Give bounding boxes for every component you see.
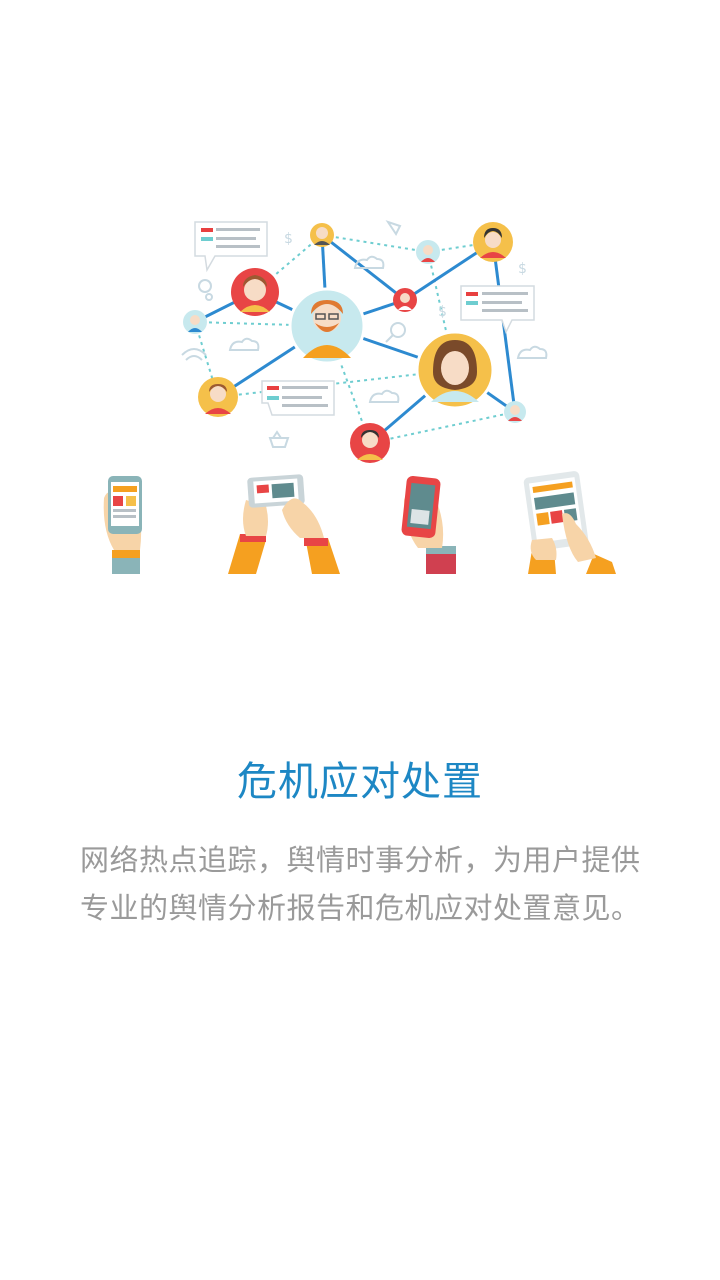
avatar bbox=[350, 423, 390, 463]
chat-bubble-icon bbox=[261, 380, 335, 416]
avatar bbox=[504, 401, 526, 423]
envelope-icon bbox=[385, 220, 402, 236]
onboarding-page: $ $ $ 危机应对处置 网络热点追踪，舆情时事分析，为用户提供专业的舆情分析报… bbox=[0, 0, 720, 1280]
avatar bbox=[310, 223, 334, 247]
cart-icon bbox=[268, 430, 290, 448]
avatar bbox=[198, 377, 238, 417]
svg-text:$: $ bbox=[438, 304, 447, 320]
hand-phone-icon bbox=[103, 476, 142, 574]
search-icon bbox=[385, 322, 406, 343]
avatar bbox=[231, 268, 279, 316]
chat-bubble-icon bbox=[194, 221, 268, 273]
hand-phone-icon bbox=[401, 475, 456, 574]
avatar bbox=[416, 240, 440, 264]
chat-bubble-icon bbox=[460, 285, 535, 334]
svg-text:$: $ bbox=[518, 261, 527, 277]
avatar bbox=[288, 287, 366, 365]
avatar bbox=[183, 310, 207, 334]
wifi-icon bbox=[181, 348, 207, 361]
page-title: 危机应对处置 bbox=[237, 759, 483, 805]
svg-text:$: $ bbox=[284, 231, 293, 247]
avatar bbox=[473, 222, 513, 262]
hand-tablet-icon bbox=[523, 471, 616, 574]
gear-icon bbox=[198, 279, 213, 301]
social-network-illustration: $ $ $ bbox=[103, 220, 616, 574]
avatar bbox=[393, 288, 417, 312]
avatar bbox=[415, 330, 495, 410]
page-description: 网络热点追踪，舆情时事分析，为用户提供专业的舆情分析报告和危机应对处置意见。 bbox=[80, 843, 641, 925]
hand-tablet-icon bbox=[228, 474, 340, 574]
